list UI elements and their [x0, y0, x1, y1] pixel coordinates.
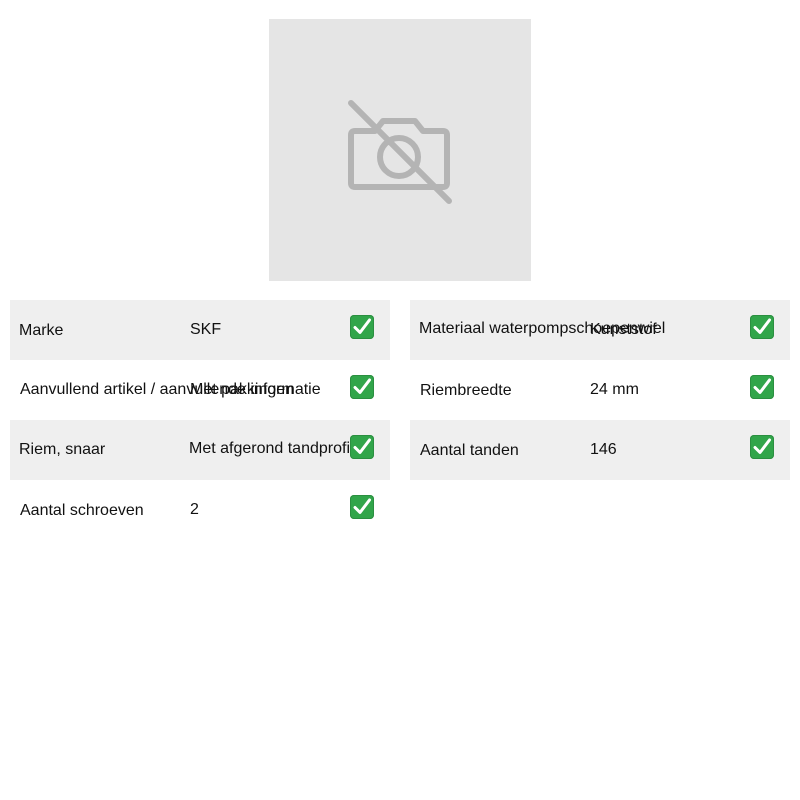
- check-icon: [750, 435, 774, 459]
- spec-value: 24 mm: [590, 381, 639, 398]
- check-icon: [350, 495, 374, 519]
- spec-value: Kunststof: [590, 321, 657, 338]
- spec-label: Marke: [19, 322, 64, 339]
- spec-row-aanvullend-artikel: Aanvullend artikel / aanvullende informa…: [10, 360, 390, 420]
- spec-value: Met afgerond tandprofiel: [189, 440, 363, 457]
- spec-label: Riem, snaar: [19, 441, 106, 458]
- spec-value: 2: [190, 501, 199, 518]
- spec-row-riem-snaar: Riem, snaar Met afgerond tandprofiel: [10, 420, 390, 480]
- spec-label: Aantal schroeven: [20, 502, 144, 519]
- spec-row-materiaal: Materiaal waterpompschoepenwiel Kunststo…: [410, 300, 790, 360]
- spec-row-aantal-schroeven: Aantal schroeven 2: [10, 480, 390, 540]
- spec-row-riembreedte: Riembreedte 24 mm: [410, 360, 790, 420]
- check-icon: [350, 315, 374, 339]
- spec-row-marke: Marke SKF: [10, 300, 390, 360]
- spec-value: 146: [590, 441, 617, 458]
- spec-value: SKF: [190, 321, 222, 338]
- check-icon: [350, 435, 374, 459]
- check-icon: [350, 375, 374, 399]
- spec-value: Met pakkingen: [190, 381, 295, 398]
- check-icon: [750, 315, 774, 339]
- spec-label: Aantal tanden: [420, 442, 519, 459]
- no-photo-camera-icon: [348, 100, 452, 204]
- check-icon: [750, 375, 774, 399]
- spec-row-aantal-tanden: Aantal tanden 146: [410, 420, 790, 480]
- product-image-placeholder: [269, 19, 531, 281]
- spec-label: Riembreedte: [420, 382, 512, 399]
